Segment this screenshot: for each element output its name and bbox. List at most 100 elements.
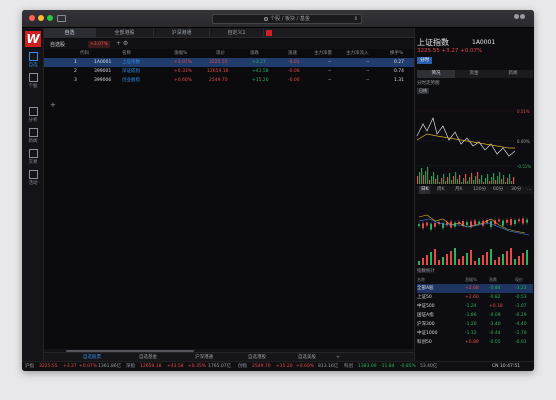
kline-chart[interactable] [415,195,534,267]
add-stock-button[interactable]: + [50,101,56,109]
intraday-tag[interactable]: 分时 [417,57,432,64]
volume-bar [501,179,503,184]
period-30min[interactable]: 30分 [511,186,521,194]
nav-item-trade[interactable]: 交易 [22,149,44,165]
volume-bar [510,248,512,265]
volume-bar [522,253,524,265]
volume-bar [498,257,500,265]
col-speed[interactable]: 涨速 [288,49,297,58]
nav-item-stocks[interactable]: 个股 [22,73,44,89]
search-placeholder: 个股 / 板块 / 基金 [270,16,310,22]
col-code[interactable]: 代码 [80,49,89,58]
user-icon[interactable] [514,14,526,23]
volume-bar [482,255,484,265]
detail-tab-summary[interactable]: 简况 [417,70,455,78]
index-value-a: -1.86 [465,313,477,318]
index-price-line: 3225.55 +3.27 +0.07% [417,48,483,54]
index-value-b: -0.05 [489,340,501,345]
table-row[interactable]: 3 399006 创业板指 +0.60% 2549.70 +15.20 -0.0… [44,76,414,85]
period-more[interactable]: … [527,186,532,194]
nav-item-favorites[interactable]: 自选 [22,52,44,68]
candle [426,222,428,226]
close-window-button[interactable] [29,15,35,21]
group-ops-icons[interactable]: + ⚙ [116,40,128,47]
period-month[interactable]: 月K [455,186,462,194]
volume-bar [437,175,439,184]
index-stats-row[interactable]: 全部A股 +2.68 -0.84 -3.23 [417,284,533,293]
tab-custom-1[interactable]: 自定义1 [210,28,264,38]
volume-bar [511,181,513,184]
col-price[interactable]: 现价 [216,49,225,58]
nav-item-activity[interactable]: 活动 [22,170,44,186]
row-speed: -0.06 [288,78,300,83]
group-label[interactable]: 自选股 [50,41,65,48]
tab-stock-connect[interactable]: 沪深港通 [154,28,210,38]
row-change-pct: +3.07% [174,60,193,65]
row-code: 399001 [94,69,112,74]
row-change-pct: +0.33% [174,69,193,74]
table-row[interactable]: 1 1A0001 上证指数 +3.07% 3225.55 +3.27 -0.01… [44,58,414,67]
col-index-name: 名称 [417,277,425,282]
tab-hk-stocks[interactable]: 全部港股 [96,28,154,38]
detail-tab-news[interactable]: 新闻 [493,70,533,78]
volume-bar [509,174,511,184]
index-stats-row[interactable]: 中证500 -1.24 +0.18 -1.07 [417,302,533,311]
period-120min[interactable]: 120分 [473,186,486,194]
search-input[interactable]: 个股 / 板块 / 基金 ⇕ [212,14,362,24]
volume-bar [443,174,445,184]
index-stats-row[interactable]: 科创50 +0.89 -0.05 -0.01 [417,338,533,347]
sidebar-toggle-icon[interactable] [57,15,66,22]
col-net-inflow[interactable]: 主力净流入 [346,49,369,58]
nav-item-analysis[interactable]: 分析 [22,107,44,123]
volume-bar [502,254,504,265]
status-cy-amount: 813.16亿 [318,364,339,369]
col-net-volume[interactable]: 主力净量 [314,49,332,58]
row-index: 3 [74,78,77,83]
volume-bar [493,173,495,184]
tab-favorites[interactable]: 自选 [44,28,96,38]
col-change[interactable]: 涨跌 [250,49,259,58]
left-navigation: W 自选 个股 分析 新闻 交易 活动 [22,28,44,361]
volume-bar [447,177,449,184]
status-sz-price: 12659.18 [140,364,162,369]
nav-item-news[interactable]: 新闻 [22,128,44,144]
index-stats-row[interactable]: 国证A指 -1.86 -0.09 -0.29 [417,311,533,320]
col-change-pct[interactable]: 涨幅% [174,49,187,58]
period-day[interactable]: 日K [419,186,431,194]
add-tab-button[interactable] [266,30,272,36]
index-stats-row[interactable]: 沪深300 -1.20 -3.40 -4.40 [417,320,533,329]
index-name: 科创50 [417,340,432,345]
volume-bar [434,249,436,265]
titlebar: 个股 / 板块 / 基金 ⇕ [22,10,534,28]
row-price: 12659.18 [207,69,229,74]
index-stats-row[interactable]: 上证50 +2.60 -0.82 -0.53 [417,293,533,302]
col-turnover[interactable]: 换手% [390,49,403,58]
index-value-c: -0.53 [515,295,527,300]
period-week[interactable]: 周K [437,186,444,194]
volume-bar [467,181,469,184]
candle [502,220,504,226]
col-name[interactable]: 名称 [122,49,131,58]
index-value-a: +2.60 [465,295,479,300]
volume-bar [469,177,471,184]
chart-mode-button[interactable]: 日线 [417,88,429,94]
axis-lower: -0.51% [517,164,531,169]
row-net-inflow: -- [366,69,370,74]
row-code: 399006 [94,78,112,83]
volume-bar [450,251,452,265]
volume-bar [479,179,481,184]
status-sz-pct: +0.35% [188,364,207,369]
volume-bar [494,260,496,265]
detail-tab-funds[interactable]: 资金 [455,70,493,78]
volume-bar [441,178,443,184]
maximize-window-button[interactable] [47,15,53,21]
minimize-window-button[interactable] [38,15,44,21]
index-stats-row[interactable]: 中证1000 -1.12 -0.44 -1.70 [417,329,533,338]
period-60min[interactable]: 60分 [493,186,503,194]
intraday-chart[interactable]: 0.51% 0.00% -0.51% [415,96,534,186]
search-scope-icon[interactable]: ⇕ [354,15,358,23]
index-value-a: -1.20 [465,322,477,327]
row-change: +43.58 [252,69,269,74]
volume-bar [526,250,528,265]
table-row[interactable]: 2 399001 深证成指 +0.33% 12659.18 +43.58 -0.… [44,67,414,76]
